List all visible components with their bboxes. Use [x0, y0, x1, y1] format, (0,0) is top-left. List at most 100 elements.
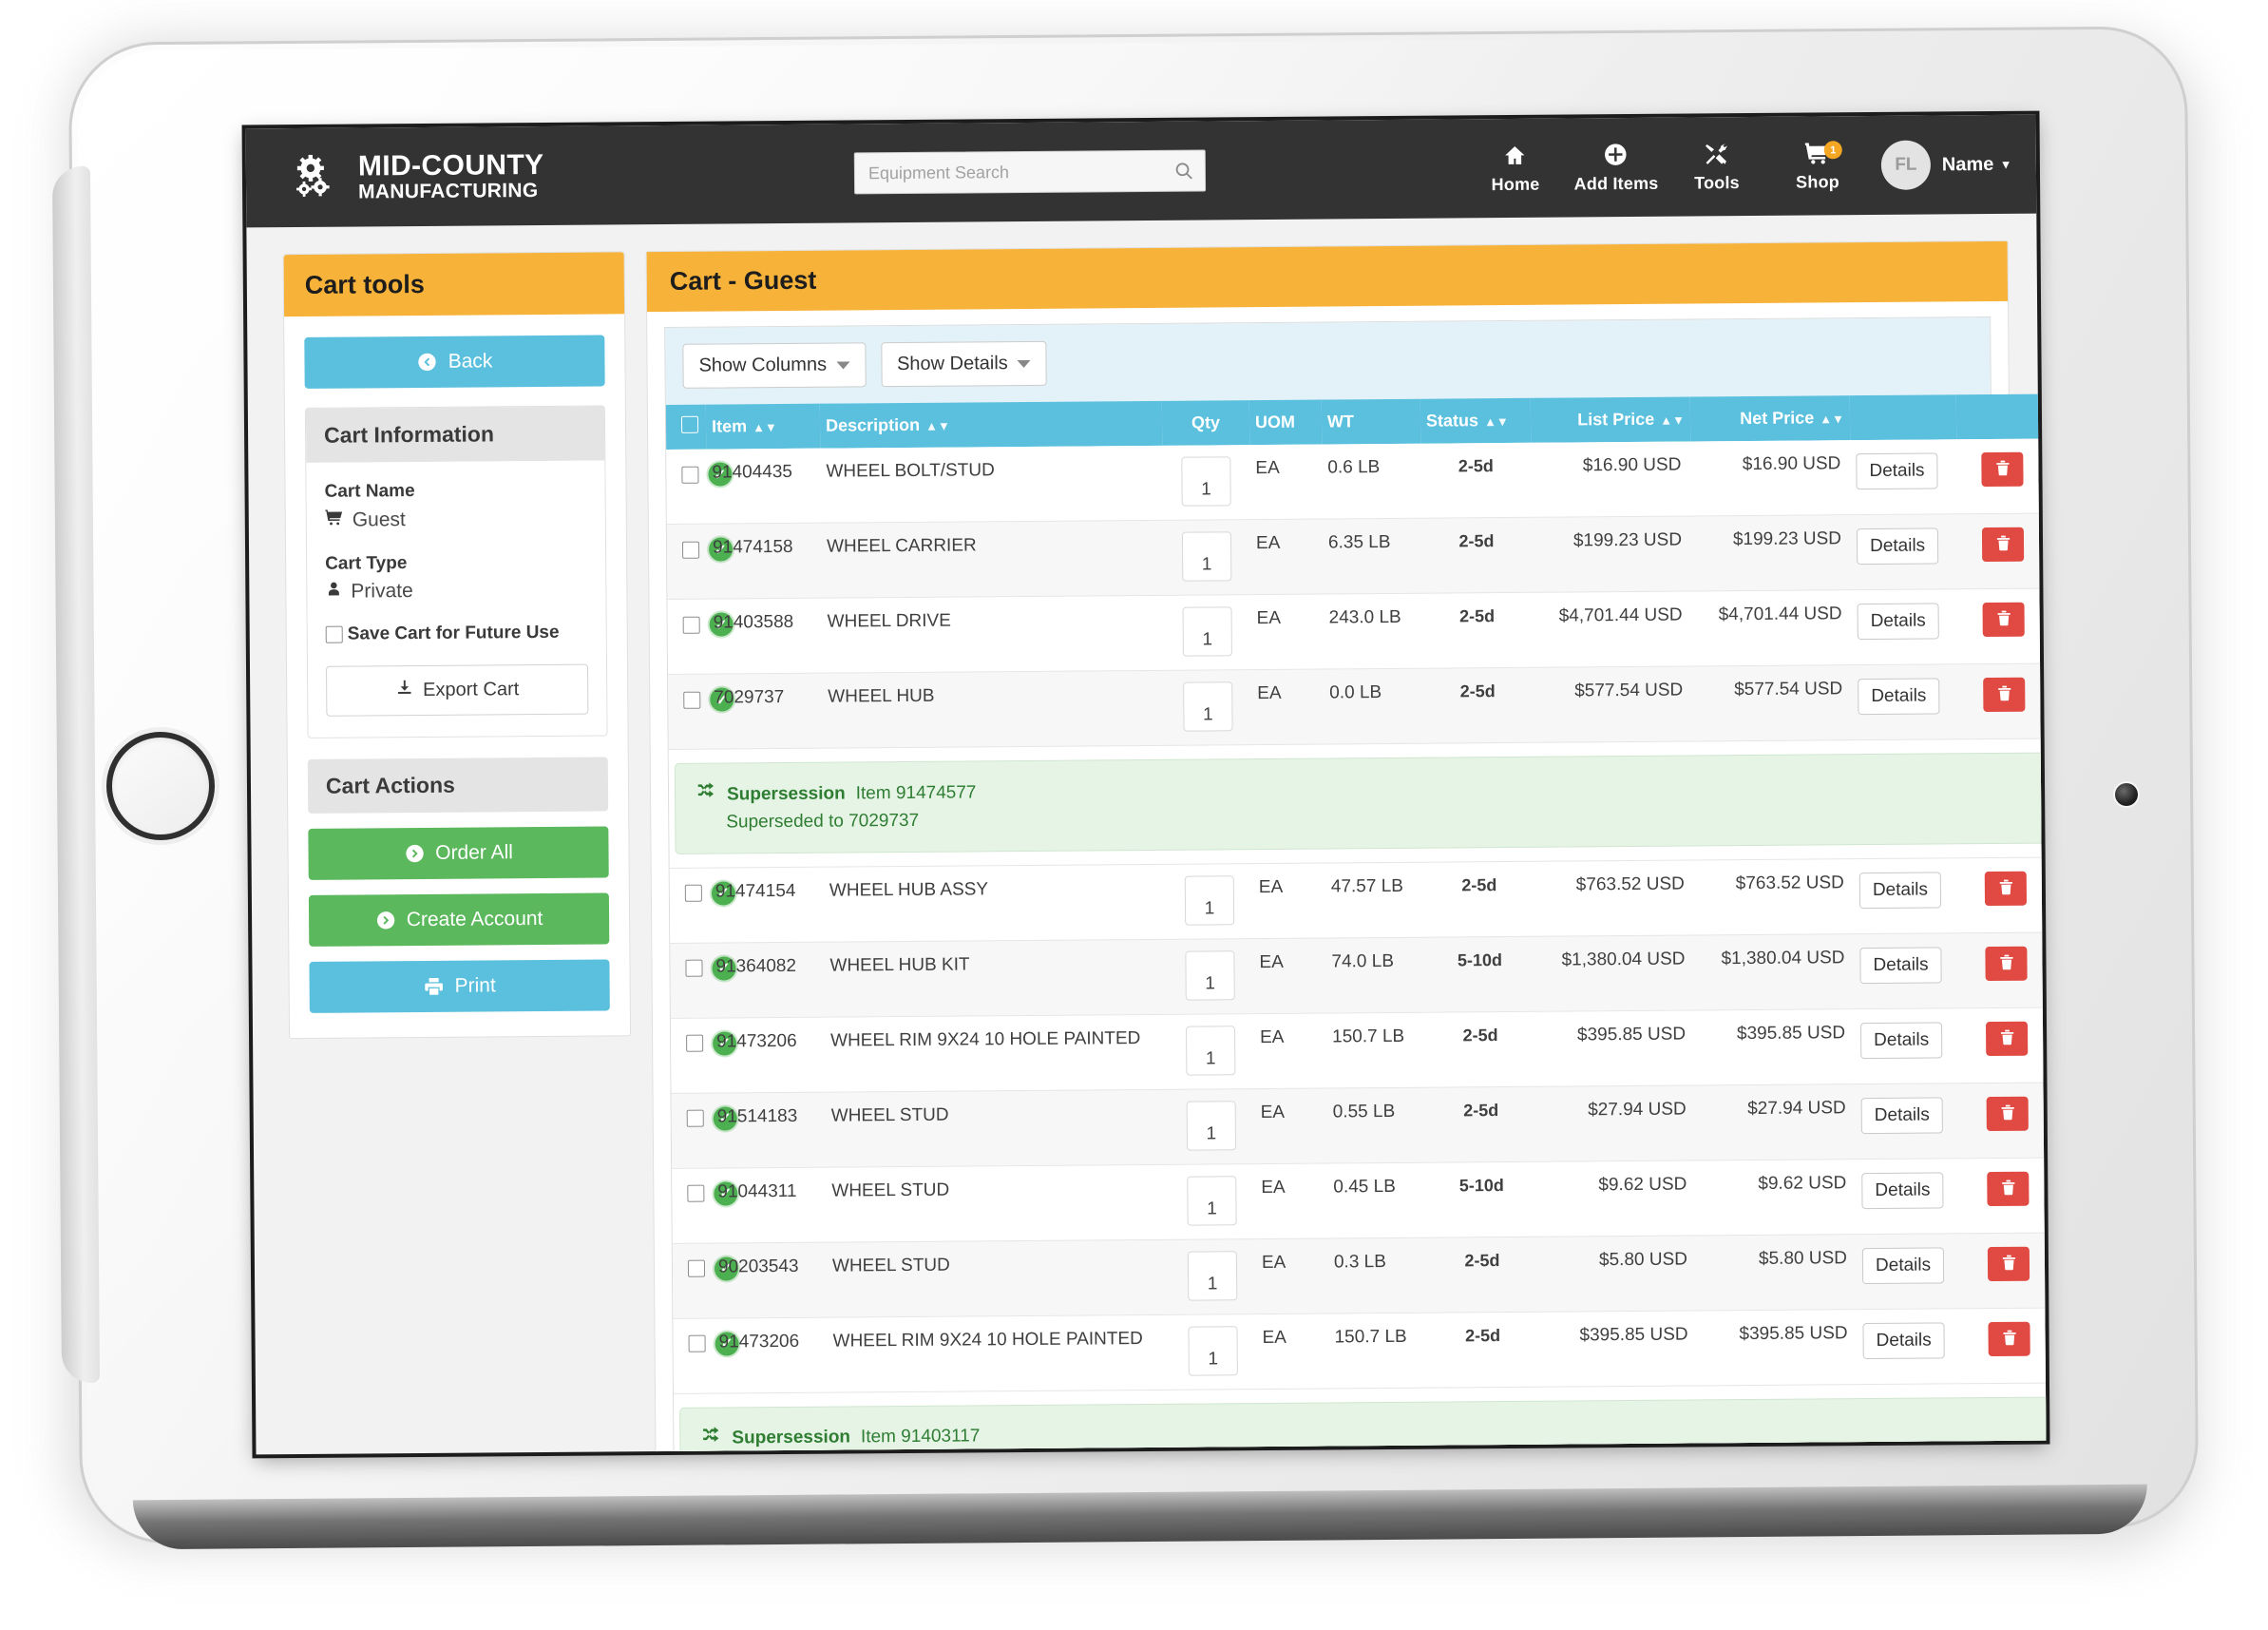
cell-qty [1168, 1163, 1256, 1239]
chevron-down-icon[interactable]: ▾ [2002, 156, 2010, 173]
row-select-cell: ✓ [667, 524, 708, 599]
qty-input[interactable] [1183, 606, 1232, 656]
cell-list-price: $199.23 USD [1532, 516, 1692, 592]
header-description-label: Description [826, 415, 920, 435]
details-button[interactable]: Details [1859, 947, 1941, 984]
header-item[interactable]: Item▲▼ [706, 404, 820, 450]
export-cart-button[interactable]: Export Cart [326, 664, 588, 717]
details-button[interactable]: Details [1858, 603, 1939, 640]
delete-row-button[interactable] [1981, 452, 2023, 487]
cell-item: 91404435 [706, 449, 821, 524]
cart-panel: Cart - Guest Show Columns Show Details [646, 240, 2019, 1455]
create-account-button[interactable]: Create Account [309, 892, 609, 946]
details-button[interactable]: Details [1858, 678, 1939, 715]
delete-row-button[interactable] [1987, 1097, 2029, 1131]
details-button[interactable]: Details [1860, 1022, 1942, 1059]
row-checkbox[interactable] [687, 1110, 704, 1127]
cell-status: 2-5d [1420, 443, 1532, 518]
details-button[interactable]: Details [1856, 452, 1937, 489]
select-all-checkbox[interactable] [681, 416, 698, 433]
qty-input[interactable] [1181, 456, 1230, 506]
trash-icon [1993, 534, 2011, 555]
search-icon[interactable] [1173, 161, 1194, 182]
delete-row-button[interactable] [1982, 527, 2024, 562]
table-row: ✓91474154WHEEL HUB ASSYEA47.57 LB2-5d$76… [670, 856, 2047, 943]
row-checkbox[interactable] [687, 1185, 704, 1202]
details-button[interactable]: Details [1861, 1097, 1943, 1134]
nav-item-shop[interactable]: 1 Shop [1767, 139, 1868, 193]
cart-type-value: Private [351, 580, 413, 604]
delete-row-button[interactable] [1987, 1172, 2029, 1206]
row-select-cell: ✓ [672, 1168, 713, 1243]
row-checkbox[interactable] [683, 616, 700, 633]
tablet-home-button[interactable] [106, 732, 216, 841]
user-menu[interactable]: FL Name ▾ [1881, 140, 2010, 190]
nav-item-home[interactable]: Home [1465, 142, 1566, 196]
search-input[interactable] [854, 149, 1206, 194]
cell-description: WHEEL DRIVE [821, 595, 1164, 673]
qty-input[interactable] [1185, 950, 1234, 1000]
details-button[interactable]: Details [1862, 1247, 1944, 1284]
qty-input[interactable] [1188, 1251, 1237, 1300]
qty-input[interactable] [1187, 1176, 1236, 1225]
row-checkbox[interactable] [685, 885, 702, 902]
cart-table-shell: Show Columns Show Details [664, 316, 2000, 1454]
show-columns-dropdown[interactable]: Show Columns [682, 342, 866, 389]
cell-uom: EA [1251, 669, 1325, 745]
back-button[interactable]: Back [304, 335, 604, 388]
row-checkbox[interactable] [686, 1035, 703, 1052]
row-checkbox[interactable] [688, 1260, 705, 1277]
details-button[interactable]: Details [1862, 1322, 1944, 1359]
order-all-button[interactable]: Order All [308, 826, 608, 879]
header-net-price[interactable]: Net Price▲▼ [1690, 395, 1850, 441]
sort-icon[interactable]: ▲▼ [1820, 412, 1844, 425]
cell-qty [1163, 520, 1251, 596]
cell-item: 91403588 [707, 598, 822, 674]
sort-icon[interactable]: ▲▼ [1660, 414, 1685, 427]
row-select-cell: ✓ [672, 1093, 713, 1168]
details-button[interactable]: Details [1861, 1172, 1943, 1209]
table-row: ✓91474158WHEEL CARRIEREA6.35 LB2-5d$199.… [667, 513, 2047, 600]
print-button[interactable]: Print [309, 959, 609, 1012]
header-list-price[interactable]: List Price▲▼ [1531, 396, 1690, 442]
save-cart-checkbox[interactable] [326, 626, 343, 643]
cell-wt: 6.35 LB [1323, 518, 1422, 594]
sort-icon[interactable]: ▲▼ [1484, 415, 1509, 428]
row-checkbox[interactable] [683, 691, 700, 708]
delete-row-button[interactable] [1983, 603, 2025, 637]
header-select-all[interactable] [666, 405, 706, 450]
qty-input[interactable] [1187, 1101, 1236, 1150]
delete-row-button[interactable] [1985, 947, 2027, 981]
row-checkbox[interactable] [689, 1335, 706, 1352]
brand-text: MID-COUNTY MANUFACTURING [358, 151, 544, 202]
qty-input[interactable] [1188, 1326, 1237, 1375]
cart-tools-body: Back Cart Information Cart Name [284, 314, 630, 1038]
header-status[interactable]: Status▲▼ [1420, 398, 1531, 444]
sort-icon[interactable]: ▲▼ [753, 421, 777, 433]
save-cart-row[interactable]: Save Cart for Future Use [326, 623, 588, 645]
cell-delete [1957, 588, 2046, 664]
details-button[interactable]: Details [1859, 872, 1941, 909]
qty-input[interactable] [1183, 681, 1232, 731]
qty-input[interactable] [1182, 531, 1231, 581]
delete-row-button[interactable] [1986, 1022, 2028, 1056]
nav-item-add-items[interactable]: Add Items [1566, 141, 1667, 195]
details-button[interactable]: Details [1857, 527, 1938, 565]
cell-status: 5-10d [1424, 936, 1535, 1012]
brand-logo[interactable]: MID-COUNTY MANUFACTURING [295, 151, 544, 202]
qty-input[interactable] [1186, 1026, 1235, 1075]
delete-row-button[interactable] [1985, 872, 2027, 906]
delete-row-button[interactable] [1983, 678, 2025, 712]
delete-row-button[interactable] [1988, 1322, 2030, 1356]
row-checkbox[interactable] [681, 466, 698, 483]
delete-row-button[interactable] [1988, 1247, 2030, 1281]
nav-item-tools[interactable]: Tools [1667, 140, 1767, 194]
row-checkbox[interactable] [685, 960, 702, 977]
row-checkbox[interactable] [682, 541, 699, 558]
qty-input[interactable] [1185, 875, 1234, 925]
show-details-dropdown[interactable]: Show Details [881, 341, 1047, 387]
header-description[interactable]: Description ▲▼ [820, 401, 1162, 449]
print-label: Print [454, 974, 495, 997]
table-row: ✓91403588WHEEL DRIVEEA243.0 LB2-5d$4,701… [667, 588, 2046, 675]
sort-icon[interactable]: ▲▼ [925, 420, 950, 432]
